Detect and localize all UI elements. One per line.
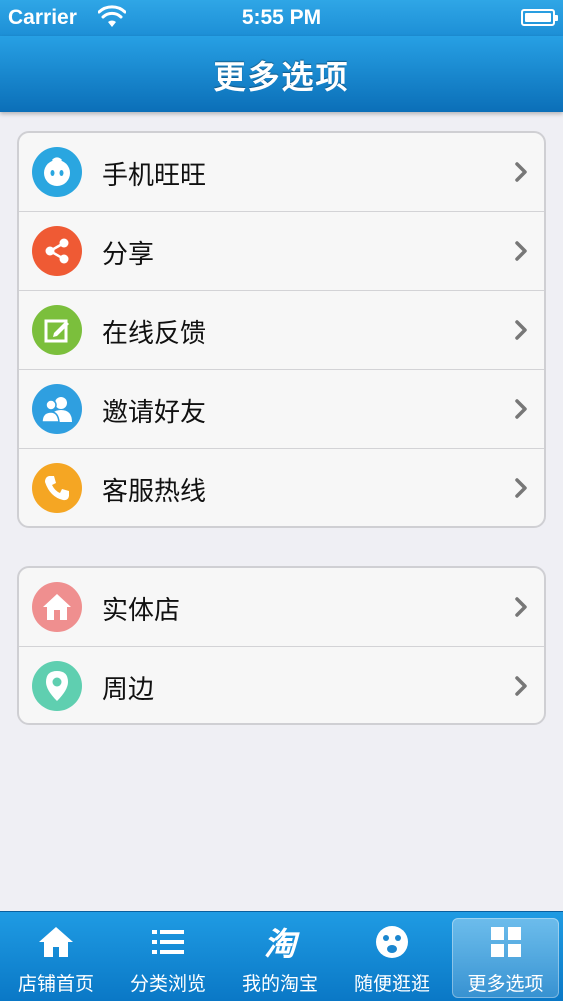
row-label: 手机旺旺 [102, 161, 207, 191]
tab-label: 更多选项 [467, 973, 544, 995]
chevron-right-icon [515, 241, 527, 261]
face-icon [336, 922, 448, 962]
tab-random-browse[interactable]: 随便逛逛 [336, 912, 448, 1001]
invite-friends-icon [32, 384, 82, 434]
row-physical-store[interactable]: 实体店 [19, 568, 544, 647]
chevron-right-icon [515, 478, 527, 498]
row-label: 邀请好友 [102, 398, 207, 428]
row-online-feedback[interactable]: 在线反馈 [19, 291, 544, 370]
home-icon [0, 922, 112, 962]
chevron-right-icon [515, 597, 527, 617]
chevron-right-icon [515, 676, 527, 696]
tab-label: 我的淘宝 [241, 973, 318, 995]
chevron-right-icon [515, 320, 527, 340]
tab-bar: 店铺首页 分类浏览 淘 我的淘宝 随便逛逛 更多选项 [0, 911, 563, 1001]
options-group-primary: 手机旺旺 分享 在线反馈 邀请好友 客服热线 [17, 131, 546, 528]
row-invite-friends[interactable]: 邀请好友 [19, 370, 544, 449]
tab-my-taobao[interactable]: 淘 我的淘宝 [224, 912, 336, 1001]
store-home-icon [32, 582, 82, 632]
row-label: 周边 [102, 675, 155, 705]
share-icon [32, 226, 82, 276]
tab-label: 店铺首页 [17, 973, 94, 995]
row-nearby[interactable]: 周边 [19, 647, 544, 723]
row-share[interactable]: 分享 [19, 212, 544, 291]
location-pin-icon [32, 661, 82, 711]
chevron-right-icon [515, 162, 527, 182]
status-time: 5:55 PM [241, 6, 322, 29]
feedback-edit-icon [32, 305, 82, 355]
options-group-secondary: 实体店 周边 [17, 566, 546, 725]
navigation-bar: 更多选项 [0, 36, 563, 112]
list-icon [112, 922, 224, 962]
phone-icon [32, 463, 82, 513]
row-label: 实体店 [102, 596, 181, 626]
status-bar: Carrier 5:55 PM [0, 0, 563, 36]
wangwang-icon [32, 147, 82, 197]
page-title: 更多选项 [213, 58, 350, 96]
row-customer-hotline[interactable]: 客服热线 [19, 449, 544, 526]
tab-store-home[interactable]: 店铺首页 [0, 912, 112, 1001]
row-label: 分享 [102, 240, 155, 270]
row-mobile-wangwang[interactable]: 手机旺旺 [19, 133, 544, 212]
grid-icon [452, 922, 559, 962]
chevron-right-icon [515, 399, 527, 419]
taobao-icon: 淘 [224, 922, 336, 963]
battery-icon [521, 9, 558, 26]
tab-category-browse[interactable]: 分类浏览 [112, 912, 224, 1001]
tab-label: 分类浏览 [129, 973, 206, 995]
taobao-glyph: 淘 [263, 925, 296, 963]
tab-more-options[interactable]: 更多选项 [452, 918, 559, 998]
row-label: 在线反馈 [102, 319, 207, 349]
row-label: 客服热线 [102, 477, 207, 507]
tab-label: 随便逛逛 [353, 973, 430, 995]
